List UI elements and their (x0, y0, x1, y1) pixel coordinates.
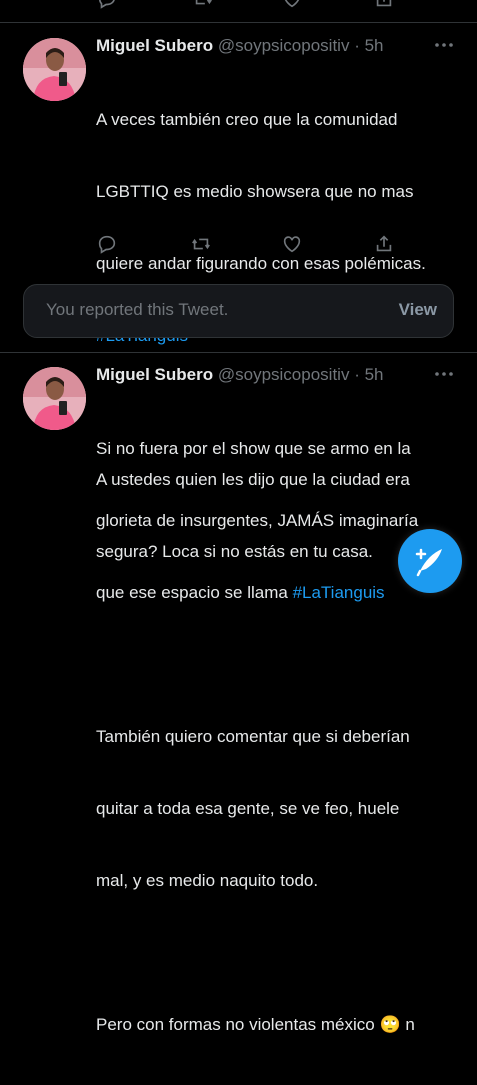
compose-tweet-button[interactable] (398, 529, 462, 593)
like-icon[interactable] (281, 233, 303, 255)
separator: · (354, 365, 360, 384)
timestamp[interactable]: 5h (365, 36, 384, 55)
retweet-icon[interactable] (192, 0, 214, 10)
avatar[interactable] (23, 367, 86, 430)
tweet-actions (96, 233, 396, 257)
tweet-header: Miguel Subero @soypsicopositiv · 5h (96, 36, 384, 60)
more-icon[interactable] (433, 369, 455, 379)
tweet-line: LGBTTIQ es medio showsera que no mas (96, 182, 414, 201)
retweet-icon[interactable] (190, 233, 212, 255)
tweet-line: Pero con formas no violentas méxico 🙄 n (96, 1015, 415, 1034)
separator: · (354, 36, 360, 55)
share-icon[interactable] (373, 233, 395, 255)
previous-tweet-actions (96, 0, 396, 12)
avatar[interactable] (23, 38, 86, 101)
reported-tweet-banner: You reported this Tweet. View (23, 284, 454, 338)
timestamp[interactable]: 5h (365, 365, 384, 384)
view-button[interactable]: View (399, 300, 437, 320)
author-handle[interactable]: @soypsicopositiv (218, 36, 350, 55)
more-icon[interactable] (433, 40, 455, 50)
tweet-line: A veces también creo que la comunidad (96, 110, 398, 129)
author-handle[interactable]: @soypsicopositiv (218, 365, 350, 384)
tweet-line: quitar a toda esa gente, se ve feo, huel… (96, 799, 400, 818)
reply-icon[interactable] (96, 0, 118, 10)
tweet[interactable]: Miguel Subero @soypsicopositiv · 5h A ve… (0, 36, 477, 561)
tweet-line: Si no fuera por el show que se armo en l… (96, 439, 411, 458)
tweet-line: También quiero comentar que si deberían (96, 727, 410, 746)
share-icon[interactable] (373, 0, 395, 10)
tweet-line: que ese espacio se llama (96, 583, 293, 602)
compose-tweet-icon (415, 548, 442, 577)
divider (0, 22, 477, 23)
hashtag-link[interactable]: #LaTianguis (293, 583, 385, 602)
tweet-header: Miguel Subero @soypsicopositiv · 5h (96, 365, 384, 389)
divider (0, 352, 477, 353)
report-message: You reported this Tweet. (46, 300, 229, 319)
author-name[interactable]: Miguel Subero (96, 365, 213, 384)
author-name[interactable]: Miguel Subero (96, 36, 213, 55)
tweet-line: mal, y es medio naquito todo. (96, 871, 319, 890)
tweet-text: Si no fuera por el show que se armo en l… (96, 389, 466, 1085)
like-icon[interactable] (281, 0, 303, 10)
reply-icon[interactable] (96, 233, 118, 255)
